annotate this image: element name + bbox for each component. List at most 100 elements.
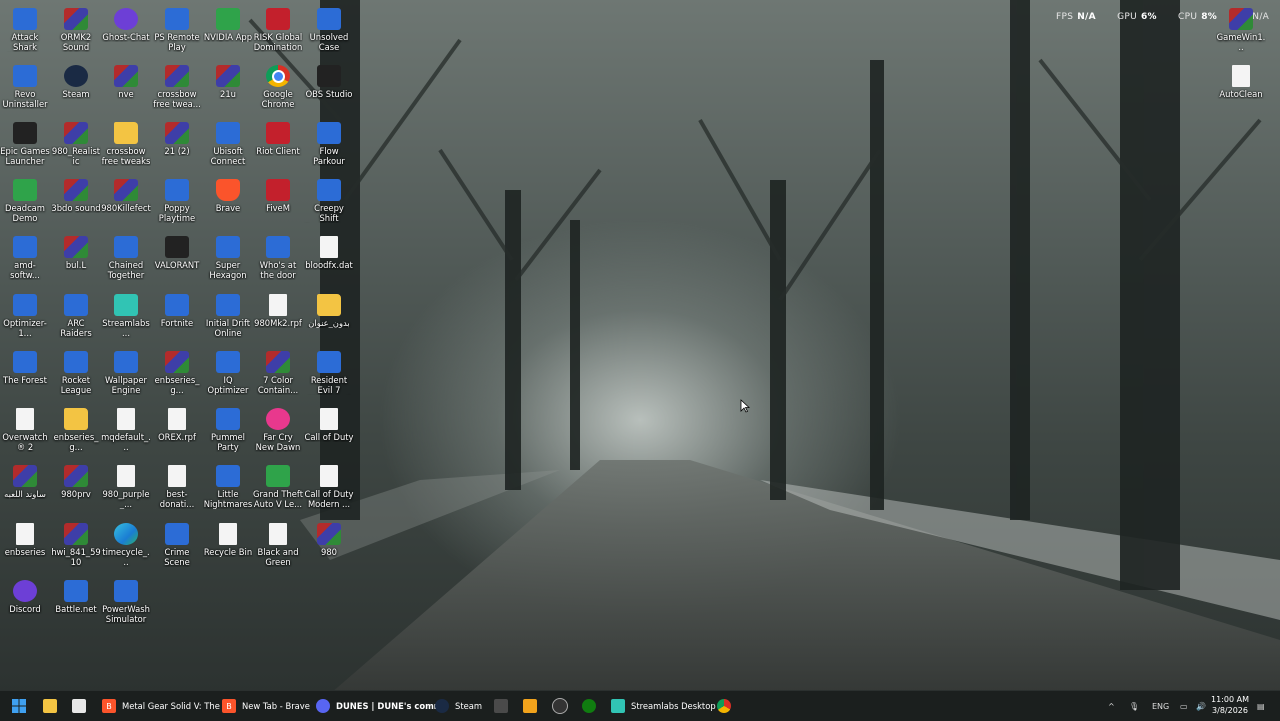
desktop-icon[interactable]: FiveM (253, 175, 303, 229)
desktop-icon[interactable]: ORMK2 Sound (51, 4, 101, 58)
desktop-icon[interactable]: crossbow free tweaks (101, 118, 151, 172)
desktop-icon[interactable]: amd-softw... (0, 232, 50, 286)
desktop-icon[interactable]: Black and Green Atm... (253, 519, 303, 573)
desktop-icon[interactable]: enbseries_g... (51, 404, 101, 458)
desktop-icon[interactable]: best-donati... (152, 461, 202, 515)
desktop-icon[interactable]: AutoClean (1216, 61, 1266, 115)
desktop-icon[interactable]: Unsolved Case (304, 4, 354, 58)
file-icon (117, 408, 135, 430)
desktop-icon[interactable]: Resident Evil 7 Biohazard (304, 347, 354, 401)
desktop-icon[interactable]: Ubisoft Connect (203, 118, 253, 172)
desktop-icon[interactable]: Pummel Party (203, 404, 253, 458)
volume-button[interactable]: 🔊 (1196, 691, 1206, 721)
desktop-icon[interactable]: nve (101, 61, 151, 115)
desktop-icon[interactable]: 980_purple_... (101, 461, 151, 515)
desktop-icon[interactable]: NVIDIA App (203, 4, 253, 58)
taskbar-steam[interactable]: Steam (435, 691, 482, 721)
taskbar-mgsv-window[interactable]: B Metal Gear Solid V: The (102, 691, 220, 721)
desktop-icon[interactable]: bloodfx.dat (304, 232, 354, 286)
desktop-icon[interactable]: 21u (203, 61, 253, 115)
taskbar-clock[interactable]: 11:00 AM 3/8/2026 (1208, 694, 1252, 716)
desktop-icon[interactable]: OREX.rpf (152, 404, 202, 458)
desktop-icon[interactable]: Rocket League (51, 347, 101, 401)
desktop-icon[interactable]: PS Remote Play (152, 4, 202, 58)
desktop-icon[interactable]: 980 (304, 519, 354, 573)
desktop-icon-label: 980 (321, 547, 337, 557)
desktop-icon[interactable]: Fortnite (152, 290, 202, 344)
taskbar-chrome[interactable] (717, 691, 737, 721)
desktop-icon[interactable]: bul.L (51, 232, 101, 286)
desktop-icon[interactable]: mqdefault_... (101, 404, 151, 458)
desktop-icon[interactable]: Ghost-Chat (101, 4, 151, 58)
desktop-icon[interactable]: 980Mk2.rpf (253, 290, 303, 344)
desktop-icon[interactable]: OBS Studio (304, 61, 354, 115)
desktop-icon[interactable]: Optimizer-1... (0, 290, 50, 344)
desktop-icon[interactable]: 980_Realistic (51, 118, 101, 172)
desktop-icon[interactable]: Streamlabs... (101, 290, 151, 344)
desktop-icon[interactable]: Attack Shark Software (0, 4, 50, 58)
desktop-icon[interactable]: 980prv (51, 461, 101, 515)
desktop-icon[interactable]: Call of Duty (304, 404, 354, 458)
desktop-icon[interactable]: crossbow free twea... (152, 61, 202, 115)
taskbar-pen-app[interactable] (523, 691, 543, 721)
microphone-button[interactable]: 🎙 (1129, 691, 1139, 721)
desktop-icon[interactable]: Discord (0, 576, 50, 630)
desktop-icon[interactable]: Revo Uninstaller (0, 61, 50, 115)
desktop-icon[interactable]: ساوند اللعبه (0, 461, 50, 515)
desktop-icon[interactable]: Battle.net (51, 576, 101, 630)
desktop-icon[interactable]: Call of Duty Modern ... (304, 461, 354, 515)
desktop-icon[interactable]: 3bdo sound (51, 175, 101, 229)
taskbar-brave-newtab[interactable]: B New Tab - Brave (222, 691, 310, 721)
notification-button[interactable]: ▤ (1257, 691, 1265, 721)
desktop-icon[interactable]: enbseries_g... (152, 347, 202, 401)
desktop-icon[interactable]: ARC Raiders (51, 290, 101, 344)
desktop-icon[interactable]: VALORANT (152, 232, 202, 286)
desktop-icon[interactable]: 21 (2) (152, 118, 202, 172)
desktop-icon[interactable]: Epic Games Launcher (0, 118, 50, 172)
desktop-icon[interactable]: Recycle Bin (203, 519, 253, 573)
desktop-icon[interactable]: PowerWash Simulator (101, 576, 151, 630)
desktop-icon[interactable]: Google Chrome (253, 61, 303, 115)
desktop-icon[interactable]: Who's at the door Demo (253, 232, 303, 286)
desktop-icon[interactable]: The Forest (0, 347, 50, 401)
desktop-icon[interactable]: Creepy Shift Roadside ... (304, 175, 354, 229)
desktop-icon[interactable]: Crime Scene Cleaner (152, 519, 202, 573)
steam-icon (64, 65, 88, 87)
desktop-icon[interactable]: Initial Drift Online (203, 290, 253, 344)
taskbar-xbox[interactable] (582, 691, 602, 721)
desktop-icon[interactable]: Far Cry New Dawn (253, 404, 303, 458)
desktop-icon[interactable]: hwi_841_5910 (51, 519, 101, 573)
desktop-icon[interactable]: Flow Parkour (304, 118, 354, 172)
file-icon (269, 523, 287, 545)
desktop-icon[interactable]: IQ Optimizer (203, 347, 253, 401)
language-indicator[interactable]: ENG (1152, 691, 1169, 721)
epic-games-icon (13, 122, 37, 144)
desktop-icon[interactable]: Overwatch® 2 (0, 404, 50, 458)
taskbar-obs[interactable] (552, 691, 574, 721)
desktop-icon[interactable]: Steam (51, 61, 101, 115)
network-button[interactable]: ▭ (1180, 691, 1188, 721)
desktop-icon[interactable]: Super Hexagon (203, 232, 253, 286)
taskbar-microsoft-store[interactable] (72, 691, 92, 721)
tray-overflow-button[interactable]: ^ (1108, 691, 1115, 721)
desktop-icon[interactable]: Poppy Playtime (152, 175, 202, 229)
desktop-icon[interactable]: Brave (203, 175, 253, 229)
desktop-icon[interactable]: Wallpaper Engine (101, 347, 151, 401)
desktop-icon[interactable]: timecycle_... (101, 519, 151, 573)
desktop-icon[interactable]: Grand Theft Auto V Le... (253, 461, 303, 515)
taskbar-discord-window[interactable]: DUNES | DUNE's comm (316, 691, 443, 721)
desktop-icon[interactable]: Little Nightmares 2 Windows PC Enhanced (203, 461, 253, 515)
taskbar-app[interactable] (494, 691, 514, 721)
desktop-icon[interactable]: RISK Global Domination (253, 4, 303, 58)
desktop-icon[interactable]: enbseries (0, 519, 50, 573)
desktop-icon[interactable]: 7 Color Contain... (253, 347, 303, 401)
taskbar-file-explorer[interactable] (43, 691, 63, 721)
start-button[interactable] (12, 691, 32, 721)
desktop-icon[interactable]: Deadcam Demo (0, 175, 50, 229)
desktop-icon[interactable]: بدون_عنوان (304, 290, 354, 344)
desktop-icon[interactable]: Riot Client (253, 118, 303, 172)
taskbar-streamlabs[interactable]: Streamlabs Desktop (611, 691, 716, 721)
desktop-icon[interactable]: Chained Together (101, 232, 151, 286)
desktop-icon[interactable]: 980Killefect (101, 175, 151, 229)
desktop-icon-label: OREX.rpf (158, 432, 196, 442)
